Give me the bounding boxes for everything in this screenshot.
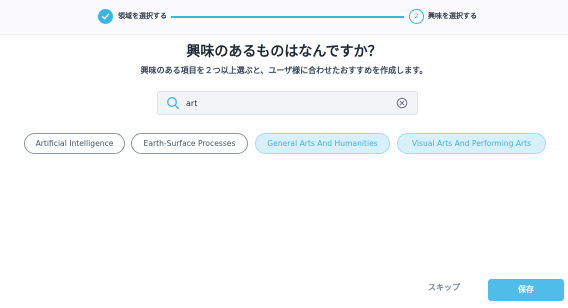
chip-earth-surface-processes[interactable]: Earth-Surface Processes <box>131 133 248 154</box>
progress-stepper: 領域を選択する 2 興味を選択する <box>0 0 568 35</box>
interest-chip-list: Artificial Intelligence Earth-Surface Pr… <box>24 133 554 155</box>
chip-artificial-intelligence[interactable]: Artificial Intelligence <box>24 133 125 154</box>
clear-search-icon[interactable] <box>396 97 408 109</box>
step1-label: 領域を選択する <box>118 12 167 20</box>
step2-number-badge: 2 <box>409 9 424 24</box>
chip-general-arts-and-humanities[interactable]: General Arts And Humanities <box>255 133 390 154</box>
step-complete-check-icon <box>98 9 113 24</box>
search-input[interactable] <box>186 95 386 111</box>
save-button[interactable]: 保存 <box>488 279 564 301</box>
search-box[interactable] <box>157 91 418 115</box>
skip-button[interactable]: スキップ <box>409 281 479 295</box>
interest-selection-page: 領域を選択する 2 興味を選択する 興味のあるものはなんですか？ 興味のある項目… <box>0 0 568 308</box>
stepper-progress-line <box>171 16 404 18</box>
step2-label: 興味を選択する <box>428 12 477 20</box>
page-subtitle: 興味のある項目を２つ以上選ぶと、ユーザ様に合わせたおすすめを作成します。 <box>140 66 428 75</box>
search-icon <box>167 97 180 110</box>
page-title: 興味のあるものはなんですか？ <box>186 44 382 60</box>
chip-visual-arts-and-performing-arts[interactable]: Visual Arts And Performing Arts <box>397 133 546 154</box>
